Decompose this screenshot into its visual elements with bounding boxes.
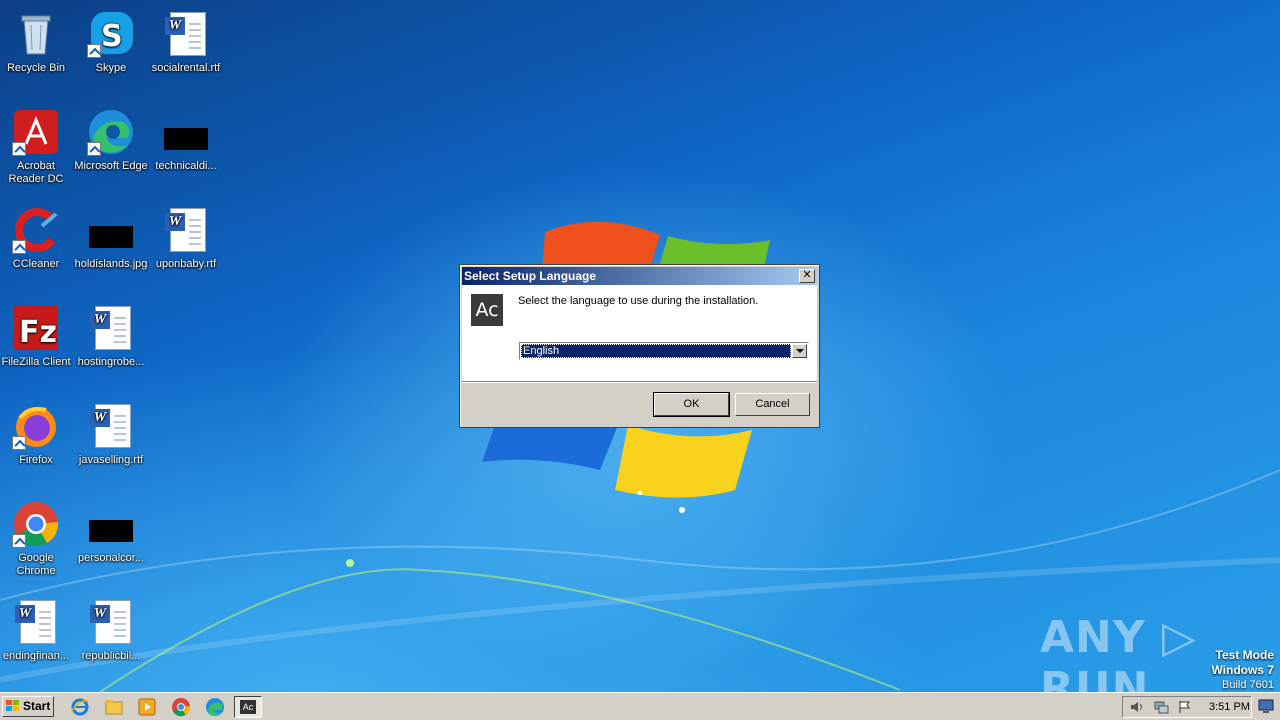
chrome-icon[interactable] <box>171 697 191 717</box>
start-label: Start <box>23 699 51 713</box>
network-icon[interactable] <box>1153 700 1169 714</box>
shortcut-arrow-icon <box>12 436 26 450</box>
dialog-title: Select Setup Language <box>464 269 597 283</box>
desktop-icon-label: Skype <box>95 62 127 74</box>
dialog-body: Ac Select the language to use during the… <box>462 285 817 381</box>
desktop-icon-recycle-bin[interactable]: Recycle Bin <box>0 6 74 75</box>
recycle-bin-icon <box>12 10 60 58</box>
desktop-icon-label: Firefox <box>19 454 53 466</box>
language-select[interactable]: English <box>519 342 809 360</box>
desktop-icon-label: republicbil... <box>81 650 141 662</box>
media-player-icon[interactable] <box>137 697 157 717</box>
filezilla-icon: Fz <box>12 304 60 352</box>
action-center-flag-icon[interactable] <box>1177 700 1193 714</box>
desktop-icon-label: Recycle Bin <box>6 62 66 74</box>
show-desktop-icon[interactable] <box>1258 698 1274 714</box>
desktop-icon-label: holdislands.jpg <box>74 258 148 270</box>
taskbar: Start Ac 3:51 PM <box>0 692 1280 720</box>
acrobat-icon <box>12 108 60 156</box>
system-tray: 3:51 PM <box>1122 696 1252 718</box>
desktop-icon-chrome[interactable]: Google Chrome <box>0 496 74 578</box>
firefox-icon <box>12 402 60 450</box>
dropdown-arrow-icon[interactable] <box>792 344 807 358</box>
shortcut-arrow-icon <box>87 44 101 58</box>
os-name-line: Windows 7 <box>1211 663 1274 677</box>
volume-icon[interactable] <box>1129 700 1145 714</box>
desktop-icon-label: Acrobat Reader DC <box>8 160 64 185</box>
windows-logo-icon <box>6 700 19 712</box>
image-file-icon <box>87 500 135 548</box>
taskbar-clock[interactable]: 3:51 PM <box>1209 697 1250 717</box>
image-file-icon <box>162 108 210 156</box>
cancel-button[interactable]: Cancel <box>735 393 810 416</box>
start-button[interactable]: Start <box>2 696 54 717</box>
desktop-icon-firefox[interactable]: Firefox <box>0 398 74 467</box>
desktop-icon-label: FileZilla Client <box>1 356 71 368</box>
word-document-icon: W <box>12 598 60 646</box>
desktop-icon-label: socialrental.rtf <box>151 62 221 74</box>
edge-icon[interactable] <box>205 697 225 717</box>
svg-text:S: S <box>101 19 123 54</box>
language-select-value: English <box>521 344 791 358</box>
dialog-prompt: Select the language to use during the in… <box>518 295 759 307</box>
word-document-icon: W <box>162 10 210 58</box>
skype-icon: S <box>87 10 135 58</box>
internet-explorer-icon[interactable] <box>70 697 90 717</box>
shortcut-arrow-icon <box>12 240 26 254</box>
test-mode-line: Test Mode <box>1215 648 1274 662</box>
chrome-icon <box>12 500 60 548</box>
dialog-titlebar[interactable]: Select Setup Language ✕ <box>462 267 817 285</box>
shortcut-arrow-icon <box>12 142 26 156</box>
desktop-icon-label: hostingrobe... <box>77 356 145 368</box>
edge-icon <box>87 108 135 156</box>
ccleaner-icon <box>12 206 60 254</box>
desktop-icon-acrobat[interactable]: Acrobat Reader DC <box>0 104 74 186</box>
close-button[interactable]: ✕ <box>799 269 815 283</box>
desktop-icon-skype[interactable]: S Skype <box>73 6 149 75</box>
ok-button[interactable]: OK <box>653 392 730 417</box>
desktop-icon-label: Microsoft Edge <box>74 160 148 172</box>
shortcut-arrow-icon <box>87 142 101 156</box>
image-file-icon <box>87 206 135 254</box>
desktop-icon-label: javaselling.rtf <box>78 454 144 466</box>
desktop-icon-endingfinan[interactable]: W endingfinan... <box>0 594 74 663</box>
desktop-icon-label: personalcor... <box>77 552 145 564</box>
desktop-icon-holdislands[interactable]: holdislands.jpg <box>73 202 149 271</box>
desktop-icon-uponbaby[interactable]: W uponbaby.rtf <box>148 202 224 271</box>
desktop-icon-filezilla[interactable]: Fz FileZilla Client <box>0 300 74 369</box>
shortcut-arrow-icon <box>12 534 26 548</box>
select-setup-language-dialog: Select Setup Language ✕ Ac Select the la… <box>459 264 820 428</box>
desktop-icon-hostingrobe[interactable]: W hostingrobe... <box>73 300 149 369</box>
build-line: Build 7601 <box>1222 679 1274 691</box>
test-mode-notice: Test Mode Windows 7 Build 7601 <box>1211 648 1274 692</box>
desktop-icon-edge[interactable]: Microsoft Edge <box>73 104 149 173</box>
desktop-icon-ccleaner[interactable]: CCleaner <box>0 202 74 271</box>
desktop-icon-label: technicaldi... <box>155 160 217 172</box>
desktop-icon-label: CCleaner <box>12 258 60 270</box>
desktop-icon-label: Google Chrome <box>16 552 56 577</box>
installer-app-icon: Ac <box>471 294 503 326</box>
dialog-divider <box>462 381 817 383</box>
svg-text:Fz: Fz <box>19 315 57 350</box>
desktop-icon-label: endingfinan... <box>2 650 70 662</box>
desktop-icon-technicaldi[interactable]: technicaldi... <box>148 104 224 173</box>
desktop-icon-label: uponbaby.rtf <box>155 258 217 270</box>
desktop-icon-personalcor[interactable]: personalcor... <box>73 496 149 565</box>
desktop-icon-republicbil[interactable]: W republicbil... <box>73 594 149 663</box>
file-explorer-icon[interactable] <box>104 697 124 717</box>
installer-app-icon: Ac <box>240 700 256 714</box>
desktop-icon-socialrental[interactable]: W socialrental.rtf <box>148 6 224 75</box>
word-document-icon: W <box>87 598 135 646</box>
word-document-icon: W <box>87 304 135 352</box>
taskbar-active-installer[interactable]: Ac <box>234 696 262 718</box>
desktop-icon-javaselling[interactable]: W javaselling.rtf <box>73 398 149 467</box>
word-document-icon: W <box>87 402 135 450</box>
word-document-icon: W <box>162 206 210 254</box>
